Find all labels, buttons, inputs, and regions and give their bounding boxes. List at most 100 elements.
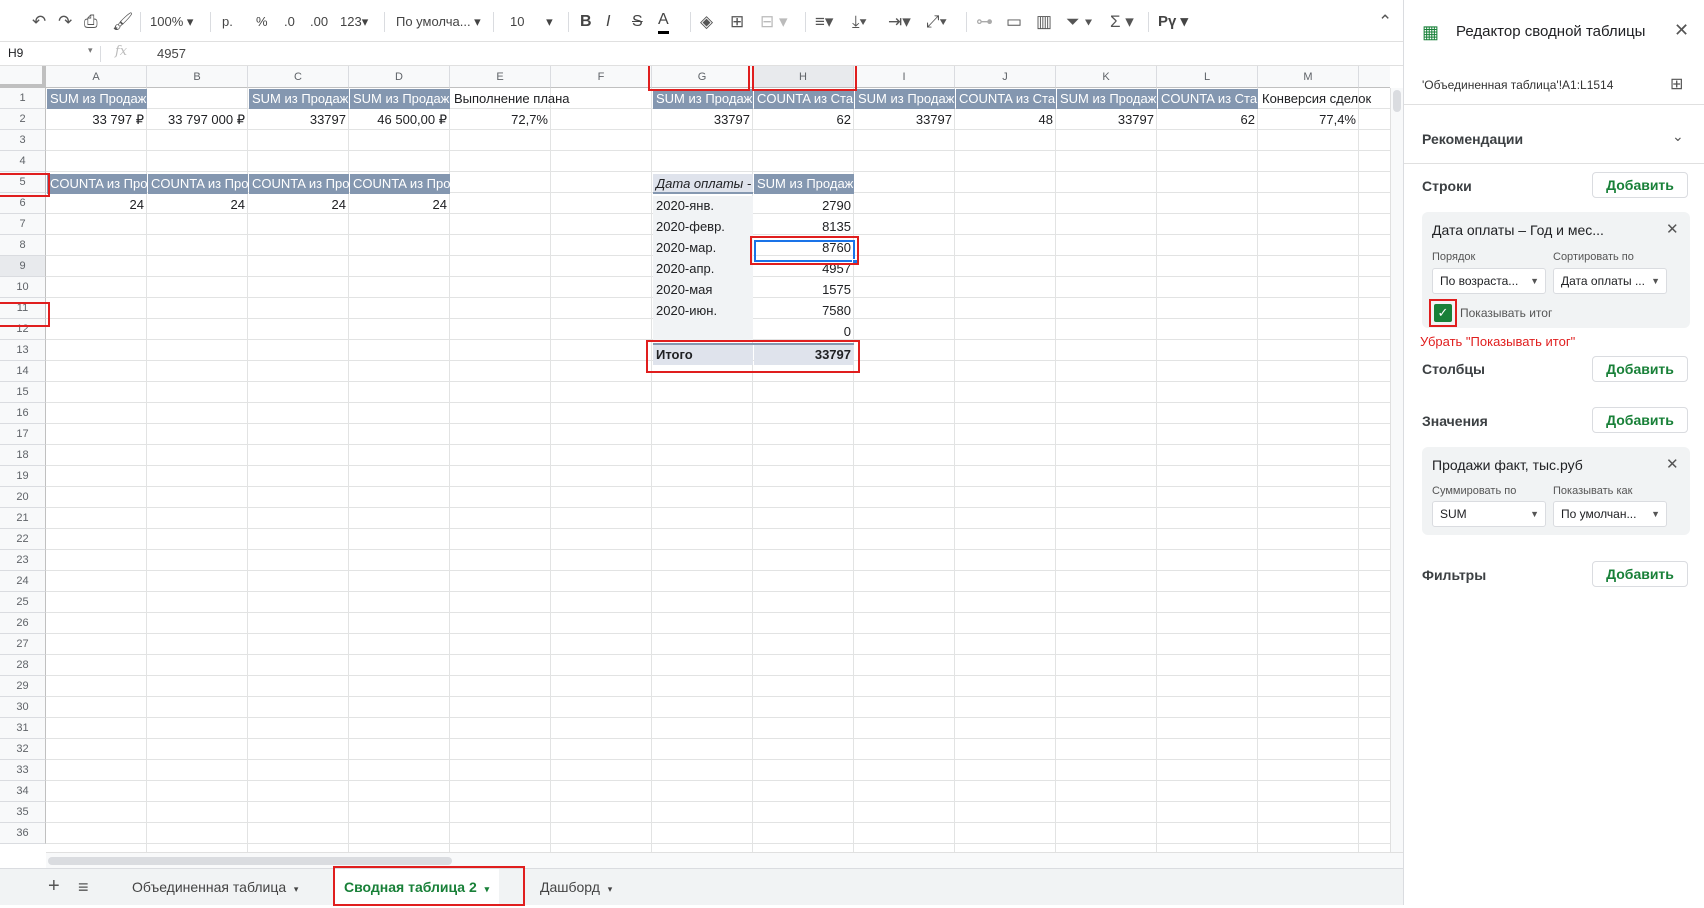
row-header-34[interactable]: 34 <box>0 781 46 802</box>
order-select[interactable]: По возраста... ▼ <box>1432 268 1546 294</box>
text-rotate-icon[interactable]: ⤢▾ <box>926 10 947 34</box>
values-add-button[interactable]: Добавить <box>1592 407 1688 433</box>
collapse-toolbar-icon[interactable]: ⌃ <box>1378 10 1392 34</box>
cell-b5[interactable]: COUNTA из Про <box>148 174 248 194</box>
row-header-16[interactable]: 16 <box>0 403 46 424</box>
row-header-5[interactable]: 5 <box>0 172 46 193</box>
cell-a1[interactable]: SUM из Продаж <box>47 89 147 109</box>
cell-c2[interactable]: 33797 <box>249 110 349 130</box>
select-range-icon[interactable]: ⊞ <box>1670 74 1683 94</box>
column-header-m[interactable]: M <box>1258 66 1359 88</box>
close-panel-icon[interactable]: ✕ <box>1674 20 1689 41</box>
cell-g2[interactable]: 33797 <box>653 110 753 130</box>
spreadsheet-grid[interactable]: ABCDEFGHIJKLM 1 2 3 4 5 6 7 8 9 10 11 12 13 14 15 16 17 1… <box>0 66 1390 852</box>
summarize-select[interactable]: SUM ▼ <box>1432 501 1546 527</box>
cell-l2[interactable]: 62 <box>1158 110 1258 130</box>
row-header-30[interactable]: 30 <box>0 697 46 718</box>
row-header-32[interactable]: 32 <box>0 739 46 760</box>
pivot-row-label[interactable]: 2020-мар. <box>653 238 753 258</box>
row-header-8[interactable]: 8 <box>0 235 46 256</box>
column-header-k[interactable]: K <box>1056 66 1157 88</box>
column-header-e[interactable]: E <box>450 66 551 88</box>
pivot-total-label[interactable]: Итого <box>653 345 753 365</box>
cell-m2[interactable]: 77,4% <box>1259 110 1359 130</box>
pivot-row-label[interactable]: 2020-февр. <box>653 217 753 237</box>
row-header-21[interactable]: 21 <box>0 508 46 529</box>
cell-b6[interactable]: 24 <box>148 195 248 215</box>
row-header-6[interactable]: 6 <box>0 193 46 214</box>
tab-menu-icon[interactable]: ▾ <box>294 884 299 894</box>
zoom-select[interactable]: 100% ▾ <box>150 10 193 34</box>
italic-button[interactable]: I <box>606 10 610 34</box>
redo-icon[interactable]: ↷ <box>58 10 72 34</box>
column-header-g[interactable]: G <box>652 66 753 88</box>
row-header-1[interactable]: 1 <box>0 88 46 109</box>
cell-a2[interactable]: 33 797 ₽ <box>47 110 147 130</box>
name-box[interactable]: H9 <box>8 46 23 60</box>
show-as-select[interactable]: По умолчан... ▼ <box>1553 501 1667 527</box>
insert-chart-icon[interactable]: ▥ <box>1036 10 1052 34</box>
pivot-header-sum[interactable]: SUM из Продаж <box>754 174 854 194</box>
cell-d2[interactable]: 46 500,00 ₽ <box>350 110 450 130</box>
column-header-d[interactable]: D <box>349 66 450 88</box>
currency-button[interactable]: р. <box>222 10 233 34</box>
cell-a6[interactable]: 24 <box>47 195 147 215</box>
row-header-22[interactable]: 22 <box>0 529 46 550</box>
insert-comment-icon[interactable]: ▭ <box>1006 10 1022 34</box>
cell-c6[interactable]: 24 <box>249 195 349 215</box>
borders-icon[interactable]: ⊞ <box>730 10 744 34</box>
name-box-dropdown-icon[interactable]: ▾ <box>88 45 93 56</box>
column-header-a[interactable]: A <box>46 66 147 88</box>
row-header-23[interactable]: 23 <box>0 550 46 571</box>
row-header-7[interactable]: 7 <box>0 214 46 235</box>
pivot-row-label[interactable]: 2020-июн. <box>653 301 753 321</box>
column-header-c[interactable]: C <box>248 66 349 88</box>
pivot-row-value[interactable]: 0 <box>754 322 854 342</box>
tab-dashboard[interactable]: Дашборд ▾ <box>530 869 622 906</box>
pivot-row-label[interactable]: 2020-мая <box>653 280 753 300</box>
cell-e1[interactable]: Выполнение плана <box>451 89 651 109</box>
tab-pivot-table-2[interactable]: Сводная таблица 2 ▾ <box>334 869 500 906</box>
cell-h1[interactable]: COUNTA из Ста <box>754 89 854 109</box>
row-header-24[interactable]: 24 <box>0 571 46 592</box>
percent-button[interactable]: % <box>256 10 268 34</box>
strikethrough-button[interactable]: S <box>632 10 643 34</box>
cell-b2[interactable]: 33 797 000 ₽ <box>148 110 248 130</box>
row-header-12[interactable]: 12 <box>0 319 46 340</box>
row-header-9[interactable]: 9 <box>0 256 46 277</box>
row-header-15[interactable]: 15 <box>0 382 46 403</box>
pivot-row-label[interactable] <box>653 322 753 342</box>
sort-by-select[interactable]: Дата оплаты ... ▼ <box>1553 268 1667 294</box>
remove-row-field-icon[interactable]: ✕ <box>1666 220 1679 238</box>
tab-combined-table[interactable]: Объединенная таблица ▾ <box>122 869 308 906</box>
fill-color-icon[interactable]: ◈ <box>700 10 713 34</box>
pivot-row-value[interactable]: 4957 <box>754 259 854 279</box>
cell-k2[interactable]: 33797 <box>1057 110 1157 130</box>
columns-add-button[interactable]: Добавить <box>1592 356 1688 382</box>
cell-j2[interactable]: 48 <box>956 110 1056 130</box>
text-color-button[interactable]: A <box>658 10 669 34</box>
cell-c5[interactable]: COUNTA из Про <box>249 174 349 194</box>
show-total-checkbox[interactable]: ✓ <box>1434 304 1452 322</box>
cell-k1[interactable]: SUM из Продаж <box>1057 89 1157 109</box>
row-header-10[interactable]: 10 <box>0 277 46 298</box>
cell-i2[interactable]: 33797 <box>855 110 955 130</box>
filters-add-button[interactable]: Добавить <box>1592 561 1688 587</box>
more-formats-button[interactable]: 123▾ <box>340 10 368 34</box>
pivot-row-label[interactable]: 2020-апр. <box>653 259 753 279</box>
row-header-18[interactable]: 18 <box>0 445 46 466</box>
select-all-corner[interactable] <box>0 66 46 88</box>
formula-input[interactable]: 4957 <box>157 46 186 61</box>
tab-menu-icon[interactable]: ▾ <box>485 884 490 894</box>
align-vertical-icon[interactable]: ⤓▾ <box>852 10 867 34</box>
row-header-27[interactable]: 27 <box>0 634 46 655</box>
pivot-row-value[interactable]: 2790 <box>754 196 854 216</box>
cell-m1[interactable]: Конверсия сделок <box>1259 89 1389 109</box>
row-header-35[interactable]: 35 <box>0 802 46 823</box>
remove-value-field-icon[interactable]: ✕ <box>1666 455 1679 473</box>
row-header-28[interactable]: 28 <box>0 655 46 676</box>
undo-icon[interactable]: ↶ <box>32 10 46 34</box>
row-header-17[interactable]: 17 <box>0 424 46 445</box>
cell-e2[interactable]: 72,7% <box>451 110 551 130</box>
merge-cells-icon[interactable]: ⊟ ▾ <box>760 10 788 34</box>
